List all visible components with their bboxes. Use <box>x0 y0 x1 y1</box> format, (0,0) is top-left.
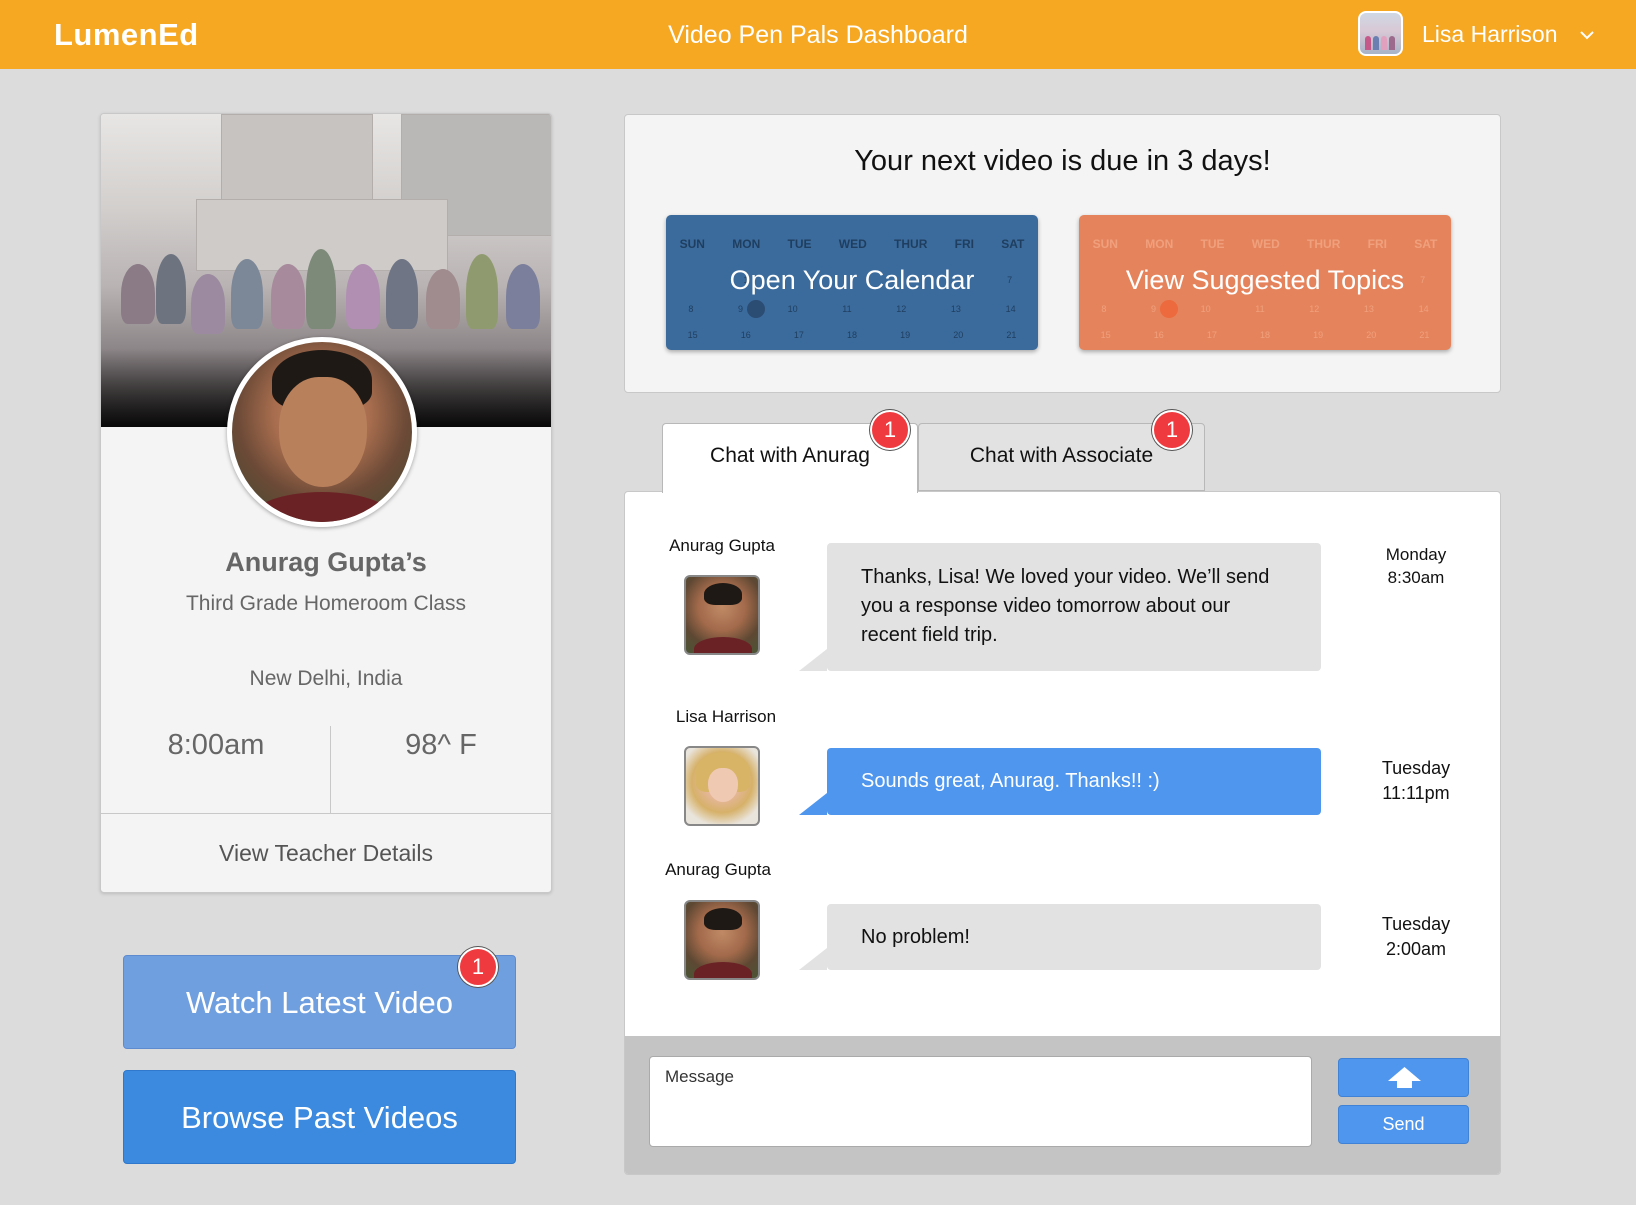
due-reminder-panel: Your next video is due in 3 days! SUN MON… <box>624 114 1501 393</box>
calendar-week-row: 8 9 10 11 12 13 14 <box>1101 304 1429 314</box>
watch-latest-video-button[interactable]: Watch Latest Video <box>123 955 516 1049</box>
view-teacher-details-link[interactable]: View Teacher Details <box>101 814 551 892</box>
teacher-location: New Delhi, India <box>249 667 403 690</box>
message-timestamp: Tuesday 11:11pm <box>1381 758 1451 803</box>
notification-badge: 1 <box>458 947 498 987</box>
calendar-weekdays: SUN MON TUE WED THUR FRI SAT <box>1092 237 1438 251</box>
top-bar: LumenEd Video Pen Pals Dashboard Lisa Ha… <box>0 0 1636 69</box>
class-name: Third Grade Homeroom Class <box>185 592 467 615</box>
calendar-week-row: 15 16 17 18 19 20 21 <box>1100 330 1430 340</box>
teacher-profile-card: Anurag Gupta’s Third Grade Homeroom Clas… <box>100 113 552 893</box>
message-bubble: Thanks, Lisa! We loved your video. We’ll… <box>799 543 1321 671</box>
chevron-down-icon[interactable] <box>1580 28 1594 42</box>
message-timestamp: Tuesday 2:00am <box>1381 914 1451 959</box>
local-temperature: 98^ F <box>405 729 477 761</box>
avatar <box>684 746 760 826</box>
message-timestamp: Monday 8:30am <box>1385 545 1447 587</box>
upload-arrow-icon <box>1388 1067 1421 1088</box>
message-author: Anurag Gupta <box>665 860 771 879</box>
notification-badge: 1 <box>870 410 910 450</box>
open-calendar-label: Open Your Calendar <box>729 265 975 295</box>
message-input[interactable] <box>649 1056 1312 1147</box>
message-bubble: No problem! <box>799 904 1321 970</box>
browse-past-videos-button[interactable]: Browse Past Videos <box>123 1070 516 1164</box>
calendar-weekdays: SUN MON TUE WED THUR FRI SAT <box>679 237 1025 251</box>
avatar <box>684 575 760 655</box>
open-calendar-tile[interactable]: SUN MON TUE WED THUR FRI SAT 17 8 9 10 11 12 13 14 1… <box>666 215 1038 350</box>
message-bubble: Sounds great, Anurag. Thanks!! :) <box>799 748 1321 815</box>
notification-badge: 1 <box>1152 410 1192 450</box>
view-suggested-topics-label: View Suggested Topics <box>1125 265 1405 295</box>
send-button[interactable]: Send <box>1338 1105 1469 1144</box>
teacher-name: Anurag Gupta’s <box>225 547 427 577</box>
compose-bar: Send <box>625 1036 1500 1174</box>
teacher-avatar <box>227 337 417 527</box>
avatar <box>684 900 760 980</box>
upload-video-button[interactable] <box>1338 1058 1469 1097</box>
calendar-week-row: 8 9 10 11 12 13 14 <box>688 304 1016 314</box>
calendar-week-row: 15 16 17 18 19 20 21 <box>687 330 1017 340</box>
message-author: Anurag Gupta <box>669 536 775 555</box>
due-reminder-title: Your next video is due in 3 days! <box>854 145 1271 177</box>
local-time: 8:00am <box>167 729 265 761</box>
user-avatar[interactable] <box>1358 11 1403 56</box>
view-suggested-topics-tile[interactable]: SUN MON TUE WED THUR FRI SAT 17 8 9 10 11 12 13 14 1… <box>1079 215 1451 350</box>
message-author: Lisa Harrison <box>675 707 777 726</box>
user-name[interactable]: Lisa Harrison <box>1422 21 1558 48</box>
chat-panel: Anurag Gupta Thanks, Lisa! We loved your… <box>624 491 1501 1175</box>
